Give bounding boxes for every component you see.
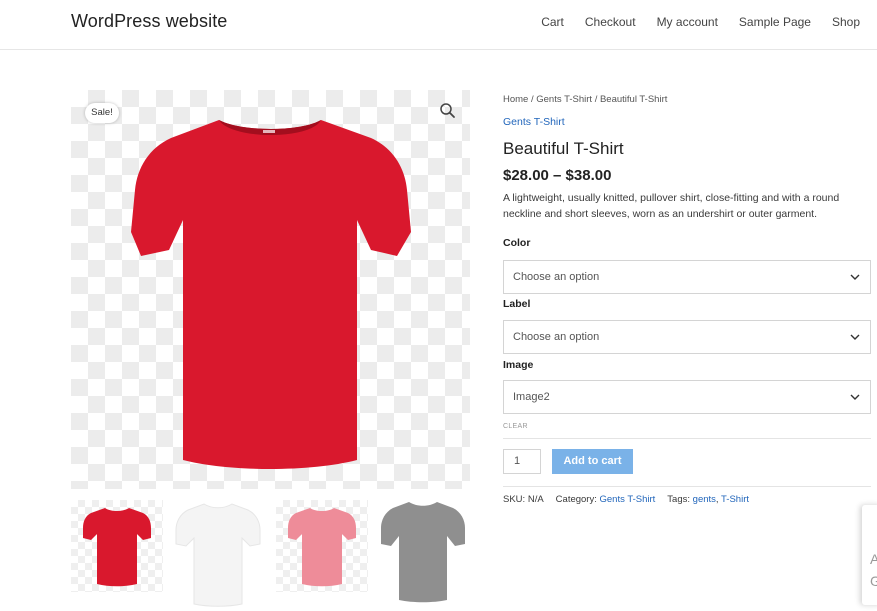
nav-item-shop[interactable]: Shop — [832, 15, 860, 29]
product-description: A lightweight, usually knitted, pullover… — [503, 192, 840, 220]
sku-meta: SKU: N/A — [503, 494, 544, 505]
chevron-down-icon — [850, 394, 860, 400]
color-select-value: Choose an option — [513, 271, 600, 283]
main-nav: Cart Checkout My account Sample Page Sho… — [541, 15, 860, 29]
sku-label: SKU: — [503, 494, 526, 505]
thumbnail-grey[interactable] — [377, 500, 469, 608]
chevron-down-icon — [850, 274, 860, 280]
nav-item-my-account[interactable]: My account — [657, 15, 718, 29]
sku-value: N/A — [527, 494, 544, 505]
edge-widget-text-2: G — [870, 573, 877, 589]
chevron-down-icon — [850, 334, 860, 340]
zoom-icon[interactable] — [438, 101, 458, 121]
tags-label: Tags: — [667, 494, 691, 505]
thumbnail-red[interactable] — [71, 500, 163, 592]
tag-link-gents[interactable]: gents — [693, 494, 716, 505]
thumbnail-pink[interactable] — [276, 500, 368, 592]
site-header: WordPress website Cart Checkout My accou… — [0, 0, 877, 50]
divider — [503, 438, 871, 439]
color-label: Color — [503, 237, 531, 249]
nav-item-cart[interactable]: Cart — [541, 15, 564, 29]
label-select-value: Choose an option — [513, 331, 600, 343]
product-meta: SKU: N/A Category: Gents T-Shirt Tags: g… — [503, 494, 749, 505]
sale-badge: Sale! — [85, 103, 119, 123]
divider — [503, 486, 871, 487]
tag-link-tshirt[interactable]: T-Shirt — [721, 494, 749, 505]
thumbnail-white[interactable] — [172, 500, 264, 608]
tshirt-image — [131, 120, 411, 469]
tags-meta: Tags: gents, T-Shirt — [667, 494, 749, 505]
category-meta-link[interactable]: Gents T-Shirt — [600, 494, 656, 505]
category-link[interactable]: Gents T-Shirt — [503, 116, 565, 128]
quantity-input[interactable]: 1 — [503, 449, 541, 474]
color-select[interactable]: Choose an option — [503, 260, 871, 294]
product-title: Beautiful T-Shirt — [503, 139, 624, 158]
nav-item-sample-page[interactable]: Sample Page — [739, 15, 811, 29]
price-range: $28.00 – $38.00 — [503, 167, 612, 184]
category-label: Category: — [555, 494, 597, 505]
nav-item-checkout[interactable]: Checkout — [585, 15, 636, 29]
site-title[interactable]: WordPress website — [71, 11, 227, 32]
label-select[interactable]: Choose an option — [503, 320, 871, 354]
breadcrumb[interactable]: Home / Gents T-Shirt / Beautiful T-Shirt — [503, 94, 667, 105]
main-product-image[interactable] — [71, 90, 470, 489]
image-select[interactable]: Image2 — [503, 380, 871, 414]
edge-widget-text-1: A — [870, 551, 877, 567]
edge-side-widget[interactable]: A G — [862, 505, 877, 605]
image-label: Image — [503, 359, 534, 371]
clear-link[interactable]: CLEAR — [503, 423, 528, 430]
add-to-cart-button[interactable]: Add to cart — [552, 449, 633, 474]
image-select-value: Image2 — [513, 391, 550, 403]
category-meta: Category: Gents T-Shirt — [556, 494, 656, 505]
label-label: Label — [503, 298, 531, 310]
